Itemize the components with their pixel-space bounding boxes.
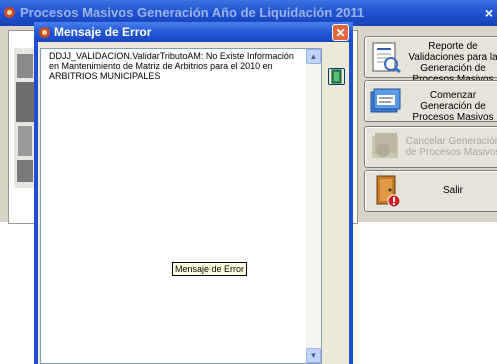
scroll-up-button[interactable]: ▲ xyxy=(306,49,321,64)
folders-icon xyxy=(370,88,401,113)
exit-label: Salir xyxy=(442,185,463,196)
error-dialog-body: DDJJ_VALIDACION.ValidarTributoAM: No Exi… xyxy=(38,42,349,364)
error-dialog-titlebar: Mensaje de Error ✕ xyxy=(34,22,353,42)
cancel-generation-label: Cancelar Generación de Procesos Masivos xyxy=(405,136,497,158)
main-close-button[interactable]: × xyxy=(481,4,497,22)
report-validations-label: Reporte de Validaciones para la Generaci… xyxy=(408,41,497,85)
door-icon xyxy=(331,69,342,84)
exit-door-icon xyxy=(376,175,401,208)
report-icon xyxy=(372,42,401,74)
error-message-text: DDJJ_VALIDACION.ValidarTributoAM: No Exi… xyxy=(49,51,294,81)
start-generation-label: Comenzar Generación de Procesos Masivos xyxy=(412,90,494,123)
dialog-close-button[interactable]: ✕ xyxy=(332,24,349,41)
start-generation-button[interactable]: Comenzar Generación de Procesos Masivos xyxy=(364,80,497,123)
report-validations-button[interactable]: Reporte de Validaciones para la Generaci… xyxy=(364,36,497,85)
cancel-generation-button[interactable]: Cancelar Generación de Procesos Masivos xyxy=(364,126,497,168)
error-dialog-title: Mensaje de Error xyxy=(54,25,152,39)
side-image xyxy=(14,48,36,188)
cancel-generation-icon xyxy=(372,133,398,158)
app-icon xyxy=(39,27,50,38)
error-message-textbox[interactable]: DDJJ_VALIDACION.ValidarTributoAM: No Exi… xyxy=(40,48,322,364)
main-window-title: Procesos Masivos Generación Año de Liqui… xyxy=(20,5,365,20)
error-dialog: Mensaje de Error ✕ DDJJ_VALIDACION.Valid… xyxy=(34,22,353,364)
exit-button[interactable]: Salir xyxy=(364,170,497,212)
scroll-down-button[interactable]: ▼ xyxy=(306,348,321,363)
tooltip: Mensaje de Error xyxy=(172,262,248,276)
dialog-exit-button[interactable] xyxy=(328,68,345,85)
app-icon xyxy=(4,7,15,18)
message-scrollbar[interactable]: ▲ ▼ xyxy=(306,49,321,363)
